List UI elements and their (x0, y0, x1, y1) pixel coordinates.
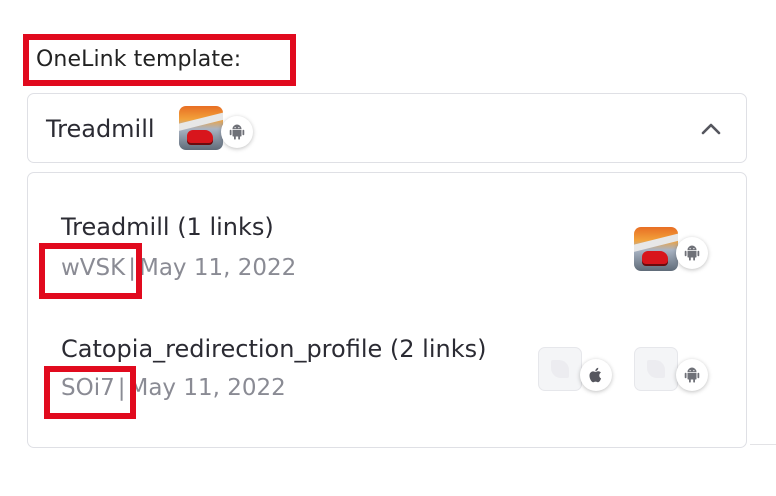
code-highlight-box (44, 366, 136, 419)
option-title: Catopia_redirection_profile (2 links) (61, 335, 487, 363)
option-date: May 11, 2022 (128, 375, 286, 401)
treadmill-app-thumbnail (634, 227, 678, 271)
apple-icon (580, 359, 612, 391)
placeholder-app-thumbnail (634, 347, 678, 391)
code-highlight-box (39, 243, 142, 299)
option-title: Treadmill (1 links) (61, 213, 274, 241)
android-icon (676, 237, 708, 269)
divider (750, 444, 776, 445)
option-date: May 11, 2022 (138, 255, 297, 281)
chevron-up-icon[interactable] (700, 118, 722, 140)
treadmill-app-thumbnail (179, 106, 223, 150)
label-highlight-box (23, 34, 296, 86)
android-icon (221, 116, 253, 148)
android-icon (676, 359, 708, 391)
template-select[interactable]: Treadmill (27, 93, 747, 163)
selected-template-value: Treadmill (46, 115, 155, 143)
placeholder-app-thumbnail (538, 347, 582, 391)
